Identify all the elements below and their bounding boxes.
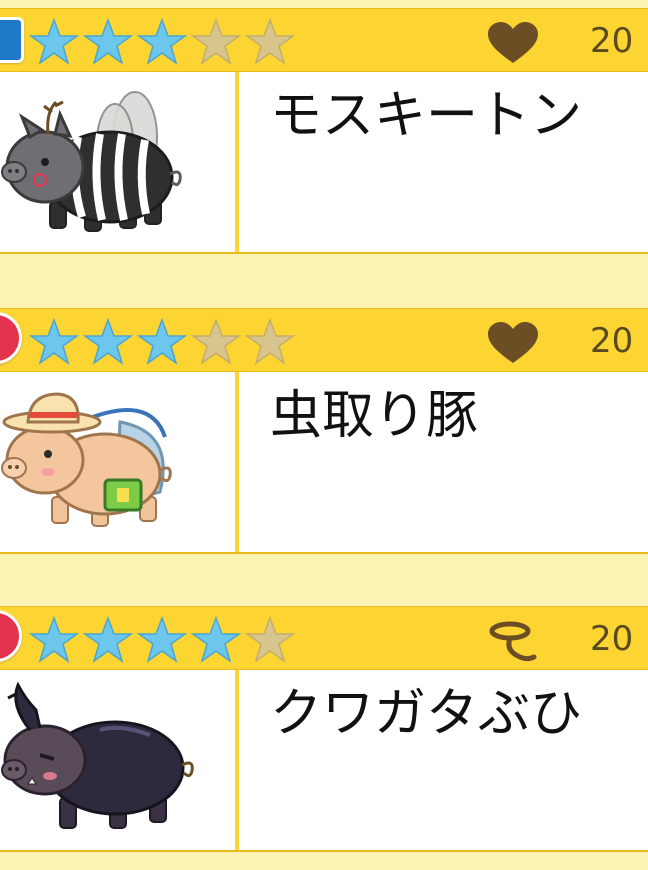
star-filled-icon	[136, 317, 188, 367]
lasso-icon	[489, 621, 537, 662]
rating-stars	[28, 17, 298, 67]
card-body: 虫取り豚	[0, 372, 648, 554]
stag-beetle-pig-illustration	[1, 681, 194, 829]
card-header: 20	[0, 8, 648, 73]
card-header: 20	[0, 308, 648, 373]
bug-catcher-pig-illustration	[1, 392, 172, 527]
star-filled-icon	[82, 317, 134, 367]
star-empty-icon	[244, 17, 296, 67]
star-filled-icon	[136, 17, 188, 67]
column-divider	[235, 372, 239, 552]
count-value: 20	[590, 321, 634, 361]
category-badge	[0, 312, 22, 364]
star-empty-icon	[190, 17, 242, 67]
star-empty-icon	[244, 615, 296, 665]
star-filled-icon	[28, 17, 80, 67]
count-value: 20	[590, 619, 634, 659]
star-empty-icon	[244, 317, 296, 367]
rating-stars	[28, 317, 298, 367]
star-filled-icon	[82, 17, 134, 67]
card-body: クワガタぶひ	[0, 670, 648, 852]
star-filled-icon	[190, 615, 242, 665]
column-divider	[235, 72, 239, 252]
pig-name: 虫取り豚	[270, 386, 479, 446]
star-filled-icon	[136, 615, 188, 665]
pig-name: モスキートン	[270, 86, 583, 146]
star-filled-icon	[28, 317, 80, 367]
star-empty-icon	[190, 317, 242, 367]
pig-name: クワガタぶひ	[270, 684, 583, 744]
rating-stars	[28, 615, 298, 665]
heart-icon	[488, 22, 538, 63]
count-value: 20	[590, 21, 634, 61]
column-divider	[235, 670, 239, 850]
heart-icon	[488, 322, 538, 363]
category-badge	[0, 610, 22, 662]
mosquito-pig-illustration	[1, 91, 182, 232]
card-body: モスキートン	[0, 72, 648, 254]
card-header: 20	[0, 606, 648, 671]
star-filled-icon	[28, 615, 80, 665]
star-filled-icon	[82, 615, 134, 665]
category-badge	[0, 17, 24, 63]
